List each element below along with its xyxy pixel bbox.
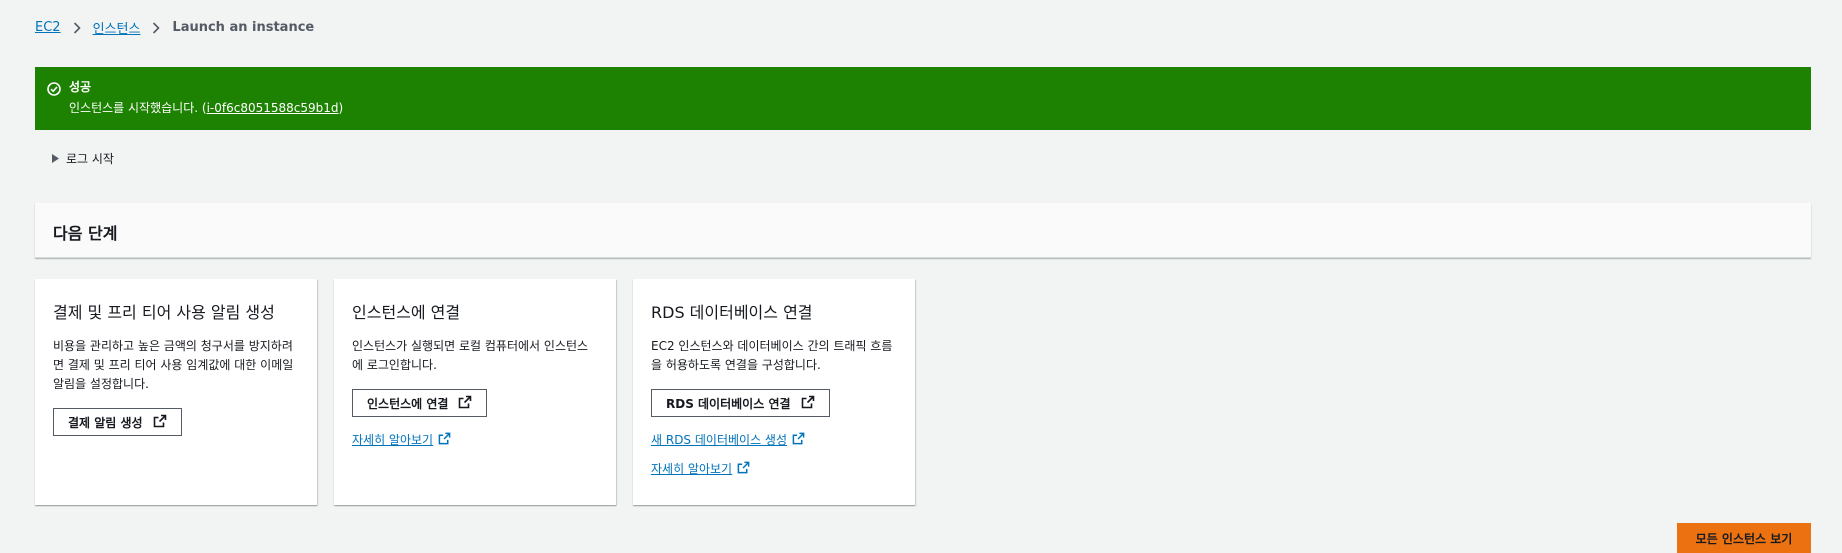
create-billing-alert-button[interactable]: 결제 알림 생성: [53, 408, 182, 436]
caret-right-icon: [52, 152, 59, 166]
card-description: 인스턴스가 실행되면 로컬 컴퓨터에서 인스턴스에 로그인합니다.: [352, 339, 589, 372]
external-link-icon: [153, 414, 167, 431]
external-link-icon: [737, 461, 750, 477]
next-steps-header: 다음 단계: [35, 203, 1811, 258]
check-circle-icon: [47, 81, 61, 100]
flash-message-suffix: ): [338, 101, 344, 115]
flash-content: 성공 인스턴스를 시작했습니다. (i-0f6c8051588c59b1d): [69, 79, 343, 116]
chevron-right-icon: [73, 21, 81, 34]
card-title: 결제 및 프리 티어 사용 알림 생성: [53, 303, 275, 322]
link-label: 자세히 알아보기: [651, 462, 733, 476]
card-rds-connect: RDS 데이터베이스 연결 EC2 인스턴스와 데이터베이스 간의 트래픽 흐름…: [633, 279, 915, 505]
breadcrumb-instances[interactable]: 인스턴스: [93, 18, 141, 37]
card-description: 비용을 관리하고 높은 금액의 청구서를 방지하려면 결제 및 프리 티어 사용…: [53, 339, 294, 391]
card-title: RDS 데이터베이스 연결: [651, 303, 813, 322]
learn-more-link[interactable]: 자세히 알아보기: [352, 431, 451, 448]
link-label: 자세히 알아보기: [352, 433, 434, 447]
success-flashbar: 성공 인스턴스를 시작했습니다. (i-0f6c8051588c59b1d): [35, 67, 1811, 130]
connect-instance-button[interactable]: 인스턴스에 연결: [352, 389, 488, 417]
card-billing-alerts: 결제 및 프리 티어 사용 알림 생성 비용을 관리하고 높은 금액의 청구서를…: [35, 279, 317, 505]
flash-title: 성공: [69, 80, 92, 94]
button-label: 결제 알림 생성: [68, 415, 143, 430]
launch-log-toggle[interactable]: 로그 시작: [52, 150, 114, 167]
card-connect-instance: 인스턴스에 연결 인스턴스가 실행되면 로컬 컴퓨터에서 인스턴스에 로그인합니…: [334, 279, 616, 505]
connect-rds-button[interactable]: RDS 데이터베이스 연결: [651, 389, 830, 417]
breadcrumb: EC2 인스턴스 Launch an instance: [35, 18, 314, 37]
card-description: EC2 인스턴스와 데이터베이스 간의 트래픽 흐름을 허용하도록 연결을 구성…: [651, 339, 893, 372]
learn-more-link[interactable]: 자세히 알아보기: [651, 460, 750, 477]
launch-log-label: 로그 시작: [66, 152, 114, 166]
button-label: RDS 데이터베이스 연결: [666, 396, 791, 411]
instance-id-link[interactable]: i-0f6c8051588c59b1d: [207, 101, 339, 115]
flash-message-prefix: 인스턴스를 시작했습니다. (: [69, 101, 207, 115]
flash-message: 인스턴스를 시작했습니다. (i-0f6c8051588c59b1d): [69, 100, 343, 116]
button-label: 인스턴스에 연결: [367, 396, 449, 411]
next-steps-title: 다음 단계: [53, 224, 118, 243]
create-rds-link[interactable]: 새 RDS 데이터베이스 생성: [651, 431, 805, 448]
view-all-instances-button[interactable]: 모든 인스턴스 보기: [1677, 523, 1811, 553]
breadcrumb-current: Launch an instance: [172, 20, 315, 35]
link-label: 새 RDS 데이터베이스 생성: [651, 433, 787, 447]
breadcrumb-ec2[interactable]: EC2: [35, 20, 61, 35]
chevron-right-icon: [152, 21, 161, 34]
card-title: 인스턴스에 연결: [352, 303, 461, 322]
external-link-icon: [458, 395, 472, 412]
external-link-icon: [438, 432, 451, 448]
external-link-icon: [792, 432, 805, 448]
external-link-icon: [801, 395, 815, 412]
